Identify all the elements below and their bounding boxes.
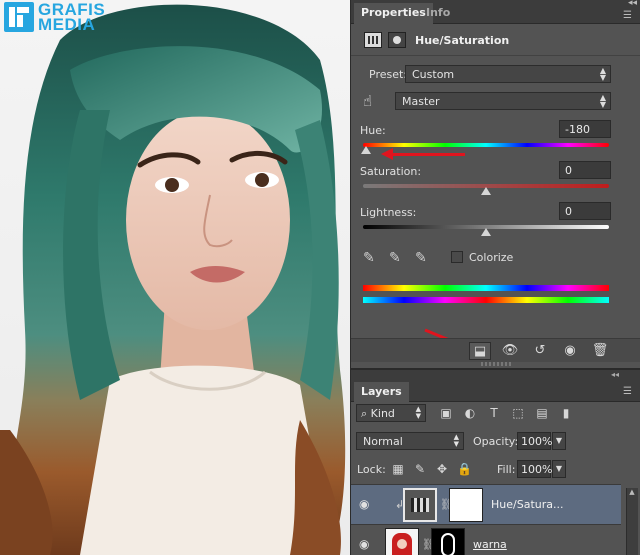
mask-thumbnail [449, 488, 483, 522]
chevron-updown-icon: ▲ ▼ [415, 405, 421, 420]
hue-saturation-adjustment-icon[interactable] [364, 32, 382, 48]
adjustment-header: Hue/Saturation [351, 26, 640, 56]
chevron-updown-icon: ▲ ▼ [599, 66, 606, 82]
preset-value: Custom [412, 68, 455, 81]
annotation-arrow-line [391, 153, 465, 156]
layer-name[interactable]: warna [473, 538, 507, 551]
fill-label: Fill: [497, 463, 516, 476]
eye-icon[interactable]: ◉ [359, 497, 375, 511]
eyedropper-add-icon[interactable]: ✎ [389, 250, 405, 266]
logo-line-2: MEDIA [38, 15, 96, 34]
saturation-label: Saturation: [360, 165, 422, 178]
panel-resize-grip[interactable] [481, 362, 511, 366]
layers-topbar: ◂◂ [351, 370, 640, 382]
properties-tabbar: Properties Info ◂◂ ☰ [351, 0, 640, 24]
preset-dropdown[interactable]: Custom ▲ ▼ [405, 65, 611, 83]
kind-label: Kind [370, 407, 395, 420]
channel-dropdown[interactable]: Master ▲ ▼ [395, 92, 611, 110]
output-color-bar [363, 297, 609, 303]
adjustment-thumbnail [403, 488, 437, 522]
lock-pixels-icon[interactable]: ✎ [413, 462, 427, 476]
chevron-down-icon[interactable]: ▼ [552, 432, 566, 450]
saturation-slider-thumb[interactable] [481, 187, 491, 195]
hue-slider-thumb[interactable] [361, 146, 371, 154]
annotation-arrow-head-icon [381, 148, 393, 160]
smart-object-filter-icon[interactable]: ▤ [533, 404, 551, 422]
search-icon: ⌕ [361, 407, 371, 420]
colorize-label: Colorize [469, 251, 514, 264]
adjustment-title: Hue/Saturation [415, 34, 510, 47]
hue-slider-track[interactable] [363, 143, 609, 147]
shape-filter-icon[interactable]: ⬚ [509, 404, 527, 422]
eyedropper-subtract-icon[interactable]: ✎ [415, 250, 431, 266]
logo-mark-icon [4, 2, 34, 32]
view-previous-state-icon[interactable]: 👁 [499, 342, 521, 360]
tab-info[interactable]: Info [419, 3, 457, 24]
saturation-input[interactable]: 0 [559, 161, 611, 179]
photo-canvas: GRAFIS MEDIA [0, 0, 350, 555]
lock-label: Lock: [357, 463, 386, 476]
preset-label: Preset: [369, 68, 408, 81]
pixel-filter-icon[interactable]: ▣ [437, 404, 455, 422]
trash-icon[interactable]: 🗑 [589, 342, 611, 360]
input-color-bar [363, 285, 609, 291]
filter-toggle-icon[interactable]: ▮ [557, 404, 575, 422]
chevron-updown-icon: ▲ ▼ [599, 93, 606, 109]
layer-row-hue-saturation[interactable]: ◉ ↲ ⛓ Hue/Satura... [351, 484, 621, 524]
type-filter-icon[interactable]: T [485, 404, 503, 422]
eyedropper-icon[interactable]: ✎ [363, 250, 379, 266]
chevron-updown-icon: ▲ ▼ [453, 433, 459, 448]
eye-icon[interactable]: ◉ [359, 537, 375, 551]
targeted-adjustment-icon[interactable]: ☝ [363, 92, 385, 112]
lock-position-icon[interactable]: ✥ [435, 462, 449, 476]
collapse-icon[interactable]: ◂◂ [611, 370, 619, 379]
panel-menu-icon[interactable]: ☰ [623, 11, 635, 21]
opacity-input[interactable]: 100% [517, 432, 552, 450]
grafis-media-logo: GRAFIS MEDIA [4, 1, 105, 34]
lightness-input[interactable]: 0 [559, 202, 611, 220]
fill-input[interactable]: 100% [517, 460, 552, 478]
chevron-down-icon[interactable]: ▼ [552, 460, 566, 478]
clip-to-layer-button[interactable]: ⬓ [469, 342, 491, 360]
layer-thumbnail [385, 528, 419, 555]
hue-label: Hue: [360, 124, 386, 137]
layer-row-warna[interactable]: ◉ ⛓ warna [351, 524, 621, 555]
toggle-visibility-icon[interactable]: ◉ [559, 342, 581, 360]
opacity-label: Opacity: [473, 435, 519, 448]
portrait-image [0, 4, 346, 555]
adjustment-filter-icon[interactable]: ◐ [461, 404, 479, 422]
blend-mode-value: Normal [363, 435, 403, 448]
panel-menu-icon[interactable]: ☰ [623, 387, 635, 397]
colorize-checkbox[interactable] [451, 251, 463, 263]
chevron-up-icon[interactable]: ▲ [626, 488, 638, 500]
reset-icon[interactable]: ↺ [529, 342, 551, 360]
lightness-slider-thumb[interactable] [481, 228, 491, 236]
collapse-icon[interactable]: ◂◂ [628, 0, 637, 8]
lightness-label: Lightness: [360, 206, 417, 219]
lock-transparent-icon[interactable]: ▦ [391, 462, 405, 476]
blend-mode-select[interactable]: Normal ▲ ▼ [356, 432, 464, 450]
tab-layers[interactable]: Layers [354, 382, 409, 402]
mask-thumbnail [431, 528, 465, 555]
hue-input[interactable]: -180 [559, 120, 611, 138]
properties-footer: ⬓ 👁 ↺ ◉ 🗑 [351, 338, 640, 362]
layers-tabbar: Layers ☰ [351, 382, 640, 402]
filter-kind-select[interactable]: ⌕ Kind ▲ ▼ [356, 404, 426, 422]
layers-panel: ◂◂ Layers ☰ ⌕ Kind ▲ ▼ ▣ ◐ T ⬚ ▤ ▮ Normal… [350, 368, 640, 555]
lock-all-icon[interactable]: 🔒 [457, 462, 472, 476]
channel-value: Master [402, 95, 440, 108]
layer-mask-icon[interactable] [388, 32, 406, 48]
properties-panel: Properties Info ◂◂ ☰ Hue/Saturation Pres… [350, 0, 640, 368]
layer-name[interactable]: Hue/Satura... [491, 498, 563, 511]
